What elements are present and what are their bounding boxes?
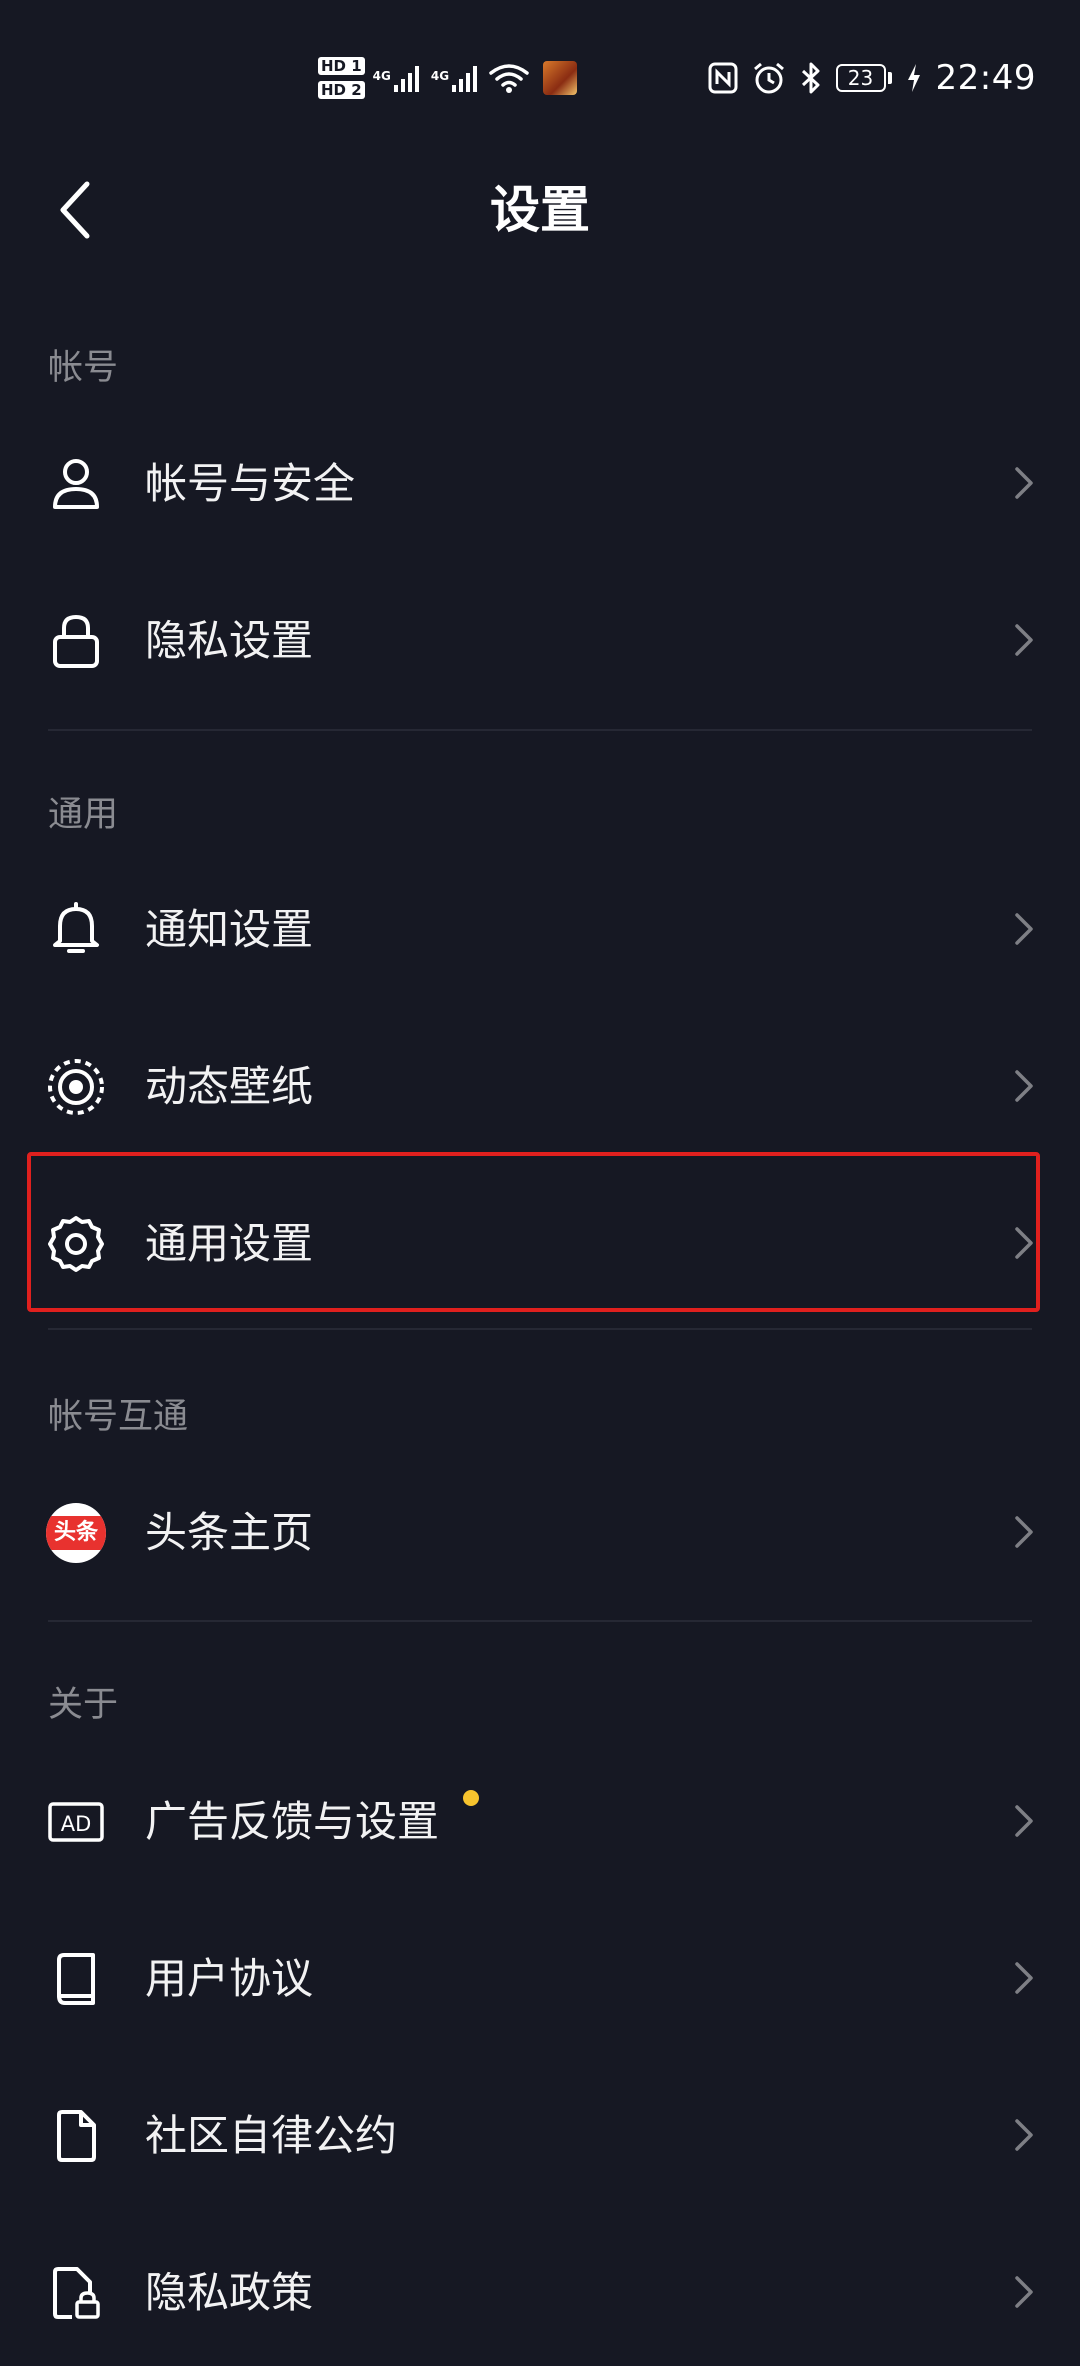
bluetooth-icon <box>801 62 820 94</box>
sim1-label: HD 1 <box>318 57 365 75</box>
chevron-right-icon <box>1006 1958 1042 1998</box>
sim2-label: HD 2 <box>318 81 365 99</box>
chevron-right-icon <box>1006 909 1042 949</box>
menu-item-label: 动态壁纸 <box>145 1062 314 1111</box>
menu-item-label: 头条主页 <box>145 1508 314 1557</box>
highlight-box <box>27 1152 1040 1312</box>
chevron-right-icon <box>1006 620 1042 660</box>
signal-strength-icon <box>393 66 419 92</box>
menu-item-notification-settings[interactable]: 通知设置 <box>0 853 1080 1003</box>
chevron-right-icon <box>1006 1066 1042 1106</box>
menu-item-label: 隐私政策 <box>145 2268 314 2317</box>
nfc-icon <box>708 62 738 94</box>
section-label-general: 通用 <box>48 795 119 835</box>
sim1-indicator: HD 1 <box>318 57 365 75</box>
sim2-indicator: HD 2 <box>318 81 365 99</box>
divider <box>48 1328 1032 1330</box>
signal-strength-icon <box>452 66 478 92</box>
menu-item-live-wallpaper[interactable]: 动态壁纸 <box>0 1010 1080 1160</box>
status-left: HD 1 HD 2 4G 4G <box>318 50 578 106</box>
menu-item-label: 广告反馈与设置 <box>145 1797 440 1846</box>
battery-indicator: 23 <box>835 64 892 92</box>
toutiao-logo: 头条 <box>46 1503 106 1563</box>
user-icon <box>46 454 106 514</box>
section-label-account: 帐号 <box>48 348 119 388</box>
new-badge-dot <box>463 1790 479 1806</box>
chevron-right-icon <box>1006 463 1042 503</box>
battery-level: 23 <box>835 64 886 92</box>
document-icon <box>46 2106 106 2166</box>
section-label-linked-accounts: 帐号互通 <box>48 1397 189 1437</box>
menu-item-label: 通知设置 <box>145 905 314 954</box>
menu-item-privacy-settings[interactable]: 隐私设置 <box>0 564 1080 714</box>
game-app-icon <box>543 61 578 95</box>
charging-icon <box>907 64 920 92</box>
wifi-icon <box>489 64 529 93</box>
lock-icon <box>46 611 106 671</box>
menu-item-toutiao-homepage[interactable]: 头条 头条主页 <box>0 1456 1080 1606</box>
sim-indicators: HD 1 HD 2 <box>318 57 365 99</box>
network-type-1: 4G <box>372 69 391 83</box>
status-right: 23 22:49 <box>708 52 1036 104</box>
toutiao-logo-icon: 头条 <box>46 1503 106 1563</box>
book-icon <box>46 1949 106 2009</box>
menu-item-label: 隐私设置 <box>145 616 314 665</box>
menu-item-label: 用户协议 <box>145 1954 314 2003</box>
ad-icon: AD <box>46 1792 106 1852</box>
svg-text:AD: AD <box>61 1812 92 1836</box>
menu-item-community-convention[interactable]: 社区自律公约 <box>0 2059 1080 2209</box>
page-title: 设置 <box>490 181 590 239</box>
bell-icon <box>46 900 106 960</box>
status-time: 22:49 <box>935 58 1036 98</box>
header: 设置 <box>0 150 1080 270</box>
battery-cap <box>887 72 892 84</box>
chevron-right-icon <box>1006 1801 1042 1841</box>
divider <box>48 1620 1032 1622</box>
menu-item-user-agreement[interactable]: 用户协议 <box>0 1902 1080 2052</box>
section-label-about: 关于 <box>48 1685 119 1725</box>
menu-item-privacy-policy[interactable]: 隐私政策 <box>0 2216 1080 2366</box>
network-type-2: 4G <box>430 69 450 83</box>
privacy-policy-icon <box>46 2263 106 2323</box>
status-bar: HD 1 HD 2 4G 4G 23 22:49 <box>0 0 1080 150</box>
toutiao-logo-text: 头条 <box>46 1516 106 1550</box>
live-wallpaper-icon <box>46 1057 106 1117</box>
divider <box>48 729 1032 731</box>
alarm-icon <box>753 62 784 94</box>
chevron-right-icon <box>1006 1512 1042 1552</box>
menu-item-account-security[interactable]: 帐号与安全 <box>0 407 1080 557</box>
menu-item-ad-feedback[interactable]: AD 广告反馈与设置 <box>0 1745 1080 1895</box>
signal-sim1: 4G <box>373 63 423 93</box>
menu-item-label: 社区自律公约 <box>145 2111 398 2160</box>
chevron-right-icon <box>1006 2272 1042 2312</box>
signal-sim2: 4G <box>431 63 481 93</box>
chevron-right-icon <box>1006 2115 1042 2155</box>
menu-item-label: 帐号与安全 <box>145 459 356 508</box>
